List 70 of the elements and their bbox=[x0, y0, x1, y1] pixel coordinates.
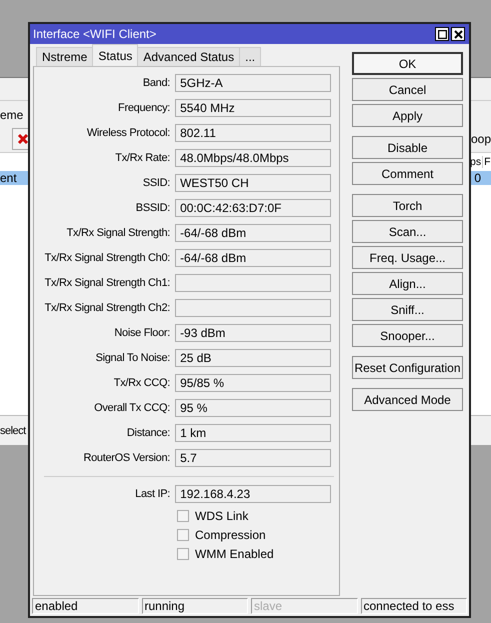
value-field[interactable]: 802.11 bbox=[175, 124, 331, 142]
value-field[interactable]: 00:0C:42:63:D7:0F bbox=[175, 199, 331, 217]
field-label: Overall Tx CCQ: bbox=[93, 402, 172, 414]
value-field[interactable]: 192.168.4.23 bbox=[175, 485, 331, 503]
field-label: Tx/Rx Signal Strength Ch2: bbox=[44, 302, 172, 314]
field-label: Tx/Rx Signal Strength Ch0: bbox=[44, 252, 172, 264]
value-field[interactable] bbox=[175, 299, 331, 317]
status-cell: running bbox=[142, 598, 248, 614]
field-label: SSID: bbox=[142, 177, 172, 189]
dialog-button[interactable]: Sniff... bbox=[352, 298, 463, 321]
close-icon bbox=[17, 132, 29, 144]
column-header: F bbox=[483, 156, 491, 168]
status-text: select bbox=[0, 424, 26, 436]
field-label: Last IP: bbox=[134, 488, 172, 500]
checkbox-label: Compression bbox=[195, 528, 266, 542]
dialog-button[interactable]: Freq. Usage... bbox=[352, 246, 463, 269]
value-field[interactable]: 25 dB bbox=[175, 349, 331, 367]
maximize-button[interactable] bbox=[435, 27, 449, 41]
window-title: Interface <WIFI Client> bbox=[33, 27, 156, 41]
dialog-button[interactable]: Disable bbox=[352, 136, 463, 159]
checkbox[interactable] bbox=[177, 529, 189, 541]
dialog-button[interactable]: Align... bbox=[352, 272, 463, 295]
dialog-button[interactable]: Snooper... bbox=[352, 324, 463, 347]
checkbox-label: WMM Enabled bbox=[195, 547, 274, 561]
checkbox[interactable] bbox=[177, 548, 189, 560]
value-field[interactable]: 48.0Mbps/48.0Mbps bbox=[175, 149, 331, 167]
value-field[interactable]: 1 km bbox=[175, 424, 331, 442]
value-field[interactable]: 5.7 bbox=[175, 449, 331, 467]
dialog-button[interactable]: OK bbox=[352, 52, 463, 75]
dialog-button[interactable]: Apply bbox=[352, 104, 463, 127]
value-field[interactable]: 5540 MHz bbox=[175, 99, 331, 117]
status-cell: enabled bbox=[32, 598, 138, 614]
value-field[interactable] bbox=[175, 274, 331, 292]
tab[interactable]: ... bbox=[239, 47, 262, 66]
close-icon bbox=[454, 30, 462, 38]
status-cell: connected to ess bbox=[360, 598, 467, 614]
tab[interactable]: Advanced Status bbox=[137, 47, 240, 66]
value-field[interactable]: -64/-68 dBm bbox=[175, 224, 331, 242]
dialog-button[interactable]: Cancel bbox=[352, 78, 463, 101]
status-cell: slave bbox=[251, 598, 358, 614]
field-label: Band: bbox=[142, 77, 172, 89]
value-field[interactable]: WEST50 CH bbox=[175, 174, 331, 192]
toolbar-button[interactable]: oop bbox=[470, 132, 491, 146]
dialog-button[interactable]: Torch bbox=[352, 194, 463, 217]
value-field[interactable]: 5GHz-A bbox=[175, 74, 331, 92]
field-label: Signal To Noise: bbox=[94, 352, 172, 364]
field-label: Wireless Protocol: bbox=[86, 127, 172, 139]
field-label: Tx/Rx Signal Strength Ch1: bbox=[44, 277, 172, 289]
close-button[interactable] bbox=[451, 27, 465, 41]
tab[interactable]: Nstreme bbox=[36, 47, 94, 66]
dialog-button[interactable]: Comment bbox=[352, 162, 463, 185]
field-label: Tx/Rx Rate: bbox=[114, 152, 172, 164]
field-label: Distance: bbox=[126, 427, 172, 439]
field-label: Tx/Rx Signal Strength: bbox=[66, 227, 172, 239]
dialog-button[interactable]: Scan... bbox=[352, 220, 463, 243]
value-field[interactable]: -93 dBm bbox=[175, 324, 331, 342]
dialog-button[interactable]: Advanced Mode bbox=[352, 388, 463, 411]
value-field[interactable]: 95 % bbox=[175, 399, 331, 417]
value-field[interactable]: 95/85 % bbox=[175, 374, 331, 392]
field-label: BSSID: bbox=[134, 202, 172, 214]
checkbox-label: WDS Link bbox=[195, 509, 248, 523]
field-label: Tx/Rx CCQ: bbox=[112, 377, 172, 389]
dialog-button[interactable]: Reset Configuration bbox=[352, 356, 463, 379]
field-label: Frequency: bbox=[117, 102, 172, 114]
field-label: RouterOS Version: bbox=[82, 452, 172, 464]
tab-label[interactable]: eme bbox=[0, 108, 24, 122]
value-field[interactable]: -64/-68 dBm bbox=[175, 249, 331, 267]
maximize-icon bbox=[438, 30, 446, 38]
field-label: Noise Floor: bbox=[113, 327, 172, 339]
checkbox[interactable] bbox=[177, 510, 189, 522]
